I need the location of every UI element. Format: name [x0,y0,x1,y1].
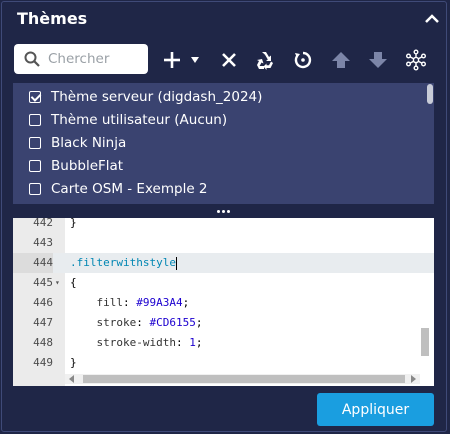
list-scrollbar[interactable] [427,84,433,104]
theme-label: Carte OSM - Exemple 2 [51,181,208,197]
refresh-button[interactable] [291,48,315,72]
checkbox[interactable] [29,114,41,126]
delete-theme-button[interactable] [217,48,241,72]
theme-label: BubbleFlat [51,158,124,174]
code-line-active: 444 .filterwithstyle [13,253,434,273]
list-item[interactable]: Carte OSM - Exemple 2 [29,178,208,200]
css-code-editor[interactable]: 442 } 443 444 .filterwithstyle 445 ▾ { 4… [13,218,434,386]
apply-button[interactable]: Appliquer [317,393,434,426]
search-box[interactable] [14,44,148,74]
list-item[interactable]: Black Ninja [29,132,126,154]
recycle-icon [257,52,273,70]
code-line: 445 ▾ { [13,273,434,293]
code-line: 443 [33,236,53,249]
code-line: 442 } [33,218,77,229]
move-up-button[interactable] [329,48,353,72]
list-item[interactable]: BubbleFlat [29,155,123,177]
refresh-icon [294,51,312,69]
editor-vertical-scrollbar[interactable] [421,328,429,356]
add-theme-button[interactable] [160,48,184,72]
panel-title: Thèmes [17,9,88,28]
checkbox-checked[interactable] [29,91,41,103]
plus-icon [164,52,180,68]
recycle-button[interactable] [253,48,277,72]
search-icon [24,51,40,67]
checkbox[interactable] [29,137,41,149]
list-item[interactable]: Thème serveur (digdash_2024) [29,86,262,108]
close-icon [222,53,236,67]
search-input[interactable] [48,49,142,69]
scroll-left-icon[interactable] [68,375,76,383]
code-line: 449 } [33,356,77,369]
code-line: 446 fill: #99A3A4; [33,296,190,309]
checkbox[interactable] [29,160,41,172]
editor-horizontal-scrollbar[interactable] [83,375,405,383]
network-icon [406,49,427,71]
theme-list: Thème serveur (digdash_2024) Thème utili… [13,83,434,204]
chevron-up-icon[interactable] [423,10,441,28]
fold-toggle-icon[interactable]: ▾ [55,273,60,293]
list-item[interactable]: Thème utilisateur (Aucun) [29,109,227,131]
add-theme-dropdown[interactable] [188,48,202,72]
splitter-handle[interactable] [13,204,434,218]
theme-label: Black Ninja [51,135,127,151]
move-up-icon [332,52,350,68]
dropdown-caret-icon [191,57,199,63]
theme-label: Thème serveur (digdash_2024) [51,89,263,105]
code-line: 448 stroke-width: 1; [33,336,203,349]
checkbox[interactable] [29,183,41,195]
move-down-icon [369,52,387,68]
theme-label: Thème utilisateur (Aucun) [51,112,228,128]
network-button[interactable] [404,48,428,72]
move-down-button[interactable] [366,48,390,72]
code-line: 447 stroke: #CD6155; [33,316,203,329]
scroll-right-icon[interactable] [409,375,417,383]
